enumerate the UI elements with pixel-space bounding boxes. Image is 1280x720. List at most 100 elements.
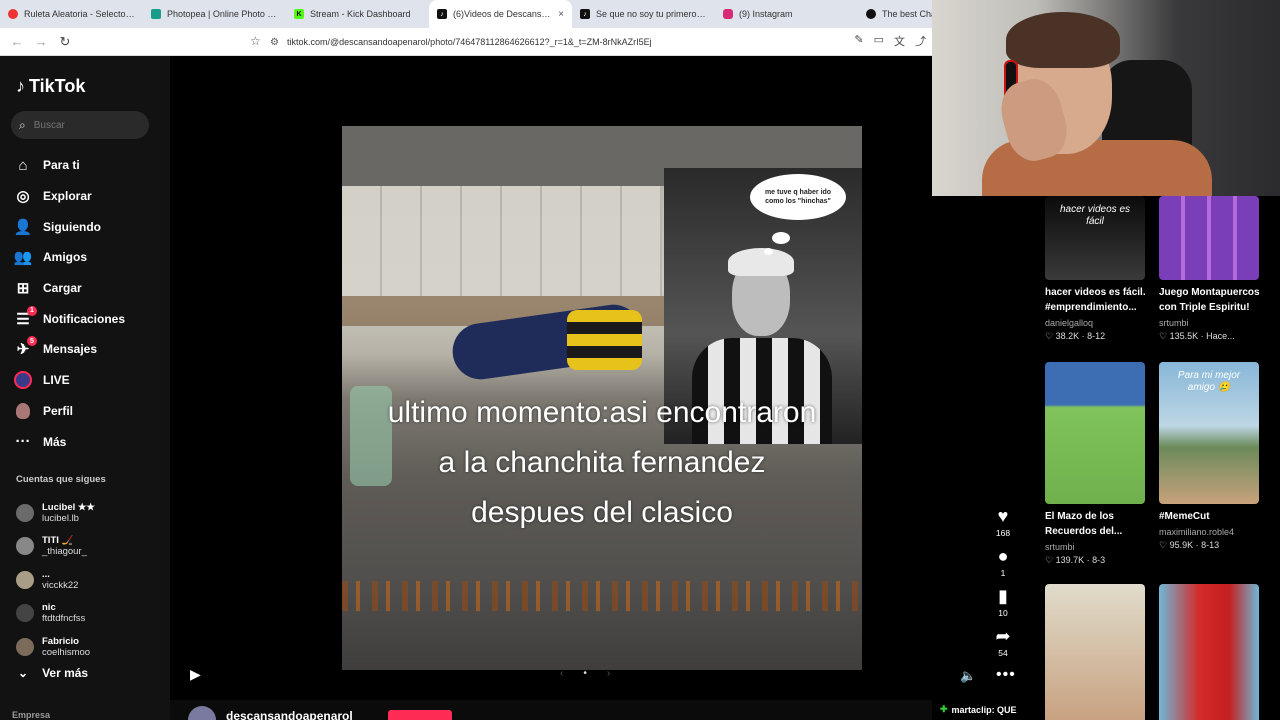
chevron-left-icon[interactable]: ‹ xyxy=(560,668,563,679)
account-item[interactable]: Lucibel ★★ lucibel.lb xyxy=(16,496,166,530)
video-thumbnail[interactable] xyxy=(1159,584,1259,720)
author-avatar[interactable] xyxy=(188,706,216,720)
video-thumbnail[interactable]: hacer videos es fácil xyxy=(1045,196,1145,280)
tab-tiktok-2[interactable]: ♪ Se que no soy tu primero... | s... xyxy=(572,0,715,28)
extension-icon[interactable]: ✎ xyxy=(854,33,863,49)
see-more-button[interactable]: ⌄ Ver más xyxy=(18,666,88,680)
video-thumbnail[interactable]: Para mi mejor amigo 🥲 xyxy=(1159,362,1259,504)
thought-bubble-dot xyxy=(772,232,790,244)
like-button[interactable]: ♥ 168 xyxy=(992,506,1014,538)
volume-icon[interactable]: 🔈 xyxy=(960,668,976,684)
video-title: #MemeCut xyxy=(1159,511,1210,522)
tab-label: (6)Videos de Descansand... xyxy=(453,9,552,19)
carousel-dot-icon[interactable]: • xyxy=(583,668,587,679)
tab-instagram[interactable]: (9) Instagram xyxy=(715,0,858,28)
author-name[interactable]: descansandoapenarol xyxy=(226,709,353,720)
tiktok-logo[interactable]: ♪ TikTok xyxy=(16,76,85,97)
instagram-favicon-icon xyxy=(723,9,733,19)
suggested-card[interactable]: El Mazo de los Recuerdos del... srtumbi … xyxy=(1045,362,1147,567)
more-icon: ··· xyxy=(15,433,31,451)
play-icon[interactable]: ▶ xyxy=(190,666,201,683)
video-title: hacer videos es fácil. #emprendimiento..… xyxy=(1045,287,1146,313)
translate-icon[interactable]: 文 xyxy=(894,33,905,49)
bookmark-icon[interactable]: ☆ xyxy=(250,34,261,48)
video-thumbnail[interactable] xyxy=(1045,362,1145,504)
account-item[interactable]: nic ftdtdfncfss xyxy=(16,597,166,631)
video-user: srtumbi xyxy=(1159,318,1189,328)
comment-count: 1 xyxy=(1000,568,1006,578)
video-thumbnail[interactable] xyxy=(1045,584,1145,720)
nav-item-mensajes[interactable]: ✈ 5 Mensajes xyxy=(14,334,164,365)
search-box[interactable]: ⌕ xyxy=(11,111,149,139)
chevron-right-icon[interactable]: › xyxy=(607,668,610,679)
suggested-card[interactable]: Para mi mejor amigo 🥲 #MemeCut maximilia… xyxy=(1159,362,1261,552)
suggested-card[interactable] xyxy=(1159,584,1261,720)
author-bar: descansandoapenarol xyxy=(170,700,932,720)
back-icon[interactable]: ← xyxy=(10,34,24,49)
close-icon[interactable]: × xyxy=(558,9,564,20)
like-count: 168 xyxy=(995,528,1011,538)
video-meta: ♡ 95.9K · 8-13 xyxy=(1159,540,1220,550)
following-icon: 👤 xyxy=(13,218,33,236)
nav-item-mas[interactable]: ··· Más xyxy=(14,426,164,457)
avatar xyxy=(16,503,34,522)
chat-favicon-icon xyxy=(866,9,876,19)
video-thumbnail[interactable] xyxy=(1159,196,1259,280)
post-actions: ♥ 168 ● 1 ▮ 10 ➦ 54 xyxy=(992,506,1014,666)
nav-item-perfil[interactable]: Perfil xyxy=(14,396,164,427)
main-nav: ⌂ Para ti ◎ Explorar 👤 Siguiendo 👥 Amigo… xyxy=(14,150,164,457)
site-settings-icon[interactable]: ⚙ xyxy=(270,37,279,48)
avatar xyxy=(16,637,34,656)
tab-photopea[interactable]: Photopea | Online Photo Editor xyxy=(143,0,286,28)
video-title: El Mazo de los Recuerdos del... xyxy=(1045,511,1123,537)
suggested-card[interactable]: Juego Montapuercos con Triple Espiritu! … xyxy=(1159,196,1261,343)
more-options-icon[interactable]: ••• xyxy=(996,666,1016,684)
search-input[interactable] xyxy=(33,119,134,131)
tab-label: Ruleta Aleatoria - Selector Pe... xyxy=(24,9,135,19)
account-item[interactable]: ... vicckk22 xyxy=(16,563,166,597)
url-field[interactable]: ⚙ tiktok.com/@descansandoapenarol/photo/… xyxy=(270,32,925,52)
post-viewer: me tuve q haber ido como los "hinchas" u… xyxy=(170,56,1015,720)
tab-ruleta[interactable]: Ruleta Aleatoria - Selector Pe... xyxy=(0,0,143,28)
nav-item-para-ti[interactable]: ⌂ Para ti xyxy=(14,150,164,181)
heart-icon: ♥ xyxy=(997,506,1009,526)
chat-overlay: ✚ martaclip: QUE xyxy=(940,704,1017,715)
post-caption: ultimo momento:asi encontraron a la chan… xyxy=(387,396,817,529)
nav-item-amigos[interactable]: 👥 Amigos xyxy=(14,242,164,273)
tab-label: Se que no soy tu primero... | s... xyxy=(596,9,707,19)
search-icon: ⌕ xyxy=(19,117,26,132)
avatar xyxy=(16,604,34,623)
nav-item-siguiendo[interactable]: 👤 Siguiendo xyxy=(14,211,164,242)
account-item[interactable]: TITI 🏒 _thiagour_ xyxy=(16,530,166,564)
nav-item-notificaciones[interactable]: ☰ 1 Notificaciones xyxy=(14,303,164,334)
save-count: 10 xyxy=(998,608,1008,618)
follow-button[interactable] xyxy=(388,710,452,720)
video-meta: ♡ 139.7K · 8-3 xyxy=(1045,555,1106,565)
nav-item-cargar[interactable]: ⊞ Cargar xyxy=(14,273,164,304)
video-meta: ♡ 135.5K · Hace... xyxy=(1159,331,1235,341)
suggested-videos: hacer videos es fácil hacer videos es fá… xyxy=(1040,196,1280,720)
company-link[interactable]: Empresa xyxy=(12,710,50,720)
nav-item-explorar[interactable]: ◎ Explorar xyxy=(14,181,164,212)
suggested-card[interactable] xyxy=(1045,584,1147,720)
tab-kick[interactable]: K Stream - Kick Dashboard xyxy=(286,0,429,28)
share-arrow-icon: ➦ xyxy=(995,626,1011,646)
tab-tiktok-active[interactable]: ♪ (6)Videos de Descansand... × xyxy=(429,0,572,28)
thought-bubble-dot xyxy=(764,248,773,255)
reload-icon[interactable]: ↻ xyxy=(58,34,72,50)
comment-button[interactable]: ● 1 xyxy=(992,546,1014,578)
share-icon[interactable]: ⤴ xyxy=(915,33,926,49)
nav-item-live[interactable]: LIVE xyxy=(14,365,164,396)
share-button[interactable]: ➦ 54 xyxy=(992,626,1014,658)
post-photo[interactable]: me tuve q haber ido como los "hinchas" u… xyxy=(342,126,862,670)
chevron-down-icon: ⌄ xyxy=(18,666,29,680)
friends-icon: 👥 xyxy=(13,249,33,267)
account-item[interactable]: Fabricio coelhismoo xyxy=(16,630,166,664)
tiktok-sidebar: ♪ TikTok ⌕ ⌂ Para ti ◎ Explorar 👤 Siguie… xyxy=(0,56,170,720)
chat-badge-icon: ✚ xyxy=(940,704,948,714)
forward-icon[interactable]: → xyxy=(34,34,48,49)
save-button[interactable]: ▮ 10 xyxy=(992,586,1014,618)
suggested-card[interactable]: hacer videos es fácil hacer videos es fá… xyxy=(1045,196,1147,343)
video-user: srtumbi xyxy=(1045,542,1075,552)
cast-icon[interactable]: ▭ xyxy=(874,33,884,49)
